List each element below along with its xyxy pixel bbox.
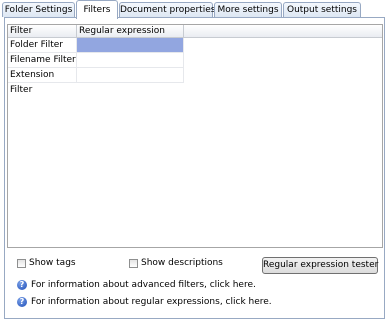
advanced-filters-info-link[interactable]: For information about advanced filters, … [31,279,256,291]
tab-more-settings[interactable]: More settings [214,2,282,17]
tab-document-properties[interactable]: Document properties [119,2,215,17]
regex-tester-button[interactable]: Regular expression tester [262,257,378,274]
grid-header: Filter Regular expression value [8,25,382,49]
column-header-filter[interactable]: Filter [8,25,77,38]
tab-strip: Folder Settings Filters Document propert… [0,0,386,19]
show-tags-checkbox[interactable] [17,259,26,268]
tab-filters[interactable]: Filters [76,0,118,19]
show-tags-label: Show tags [29,258,76,268]
show-descriptions-checkbox[interactable] [129,259,138,268]
filter-name-cell: Extension Filter [8,68,77,95]
regex-value-cell[interactable] [77,53,184,68]
regex-value-cell[interactable] [77,38,184,53]
regex-value-cell[interactable] [77,68,184,83]
table-row[interactable]: Extension Filter [8,68,184,95]
show-descriptions-label: Show descriptions [141,258,223,268]
table-row[interactable]: Folder Filter [8,38,184,53]
filter-name-cell: Folder Filter [8,38,77,53]
info-icon: ? [17,297,27,307]
regex-info-link[interactable]: For information about regular expression… [31,296,272,308]
filter-name-cell: Filename Filter [8,53,77,68]
filter-grid[interactable]: Filter Regular expression value Folder F… [7,24,383,248]
column-header-regex-value[interactable]: Regular expression value [77,25,184,49]
table-row[interactable]: Filename Filter [8,53,184,68]
tab-folder-settings[interactable]: Folder Settings [2,2,75,17]
info-icon: ? [17,280,27,290]
tab-output-settings[interactable]: Output settings [283,2,361,17]
